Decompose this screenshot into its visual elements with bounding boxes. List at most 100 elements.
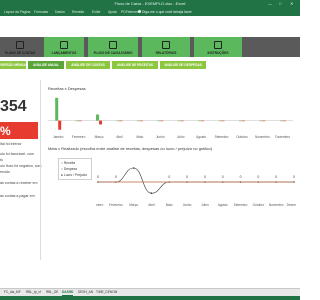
report-icon xyxy=(162,41,170,49)
bar xyxy=(238,120,242,122)
nav-plano-de-contas[interactable]: PLANO DE CONTAS xyxy=(0,37,40,57)
x-tick-label: Outubro xyxy=(253,203,265,207)
ribbon-tabs: Layout da Página Fórmulas Dados Revisão … xyxy=(0,8,300,16)
bar xyxy=(160,120,164,122)
bar xyxy=(96,114,100,121)
x-tick-label: Dezembro xyxy=(287,203,296,207)
option-despesa[interactable]: ○ Despesa xyxy=(61,167,77,171)
close-icon[interactable]: ✕ xyxy=(290,1,293,6)
subtab-analise-contas[interactable]: ANÁLISE DE CONTAS xyxy=(66,61,110,69)
x-tick-label: Junho xyxy=(183,203,192,207)
bar xyxy=(279,120,283,122)
bar xyxy=(259,120,263,122)
x-tick-label: Março xyxy=(95,135,104,139)
bar-chart: Janeiro Fevereiro Março Abril Maio Junho Julho… xyxy=(48,97,293,139)
document-icon xyxy=(60,41,68,49)
bar xyxy=(180,120,184,122)
x-tick-label: Junho xyxy=(156,135,165,139)
chart-options: ○ Receita ○ Despesa ● Lucro / Prejuízo xyxy=(58,158,92,180)
x-tick-label: Janeiro xyxy=(53,135,64,139)
nav-label: INSTRUÇÕES xyxy=(207,51,229,55)
bar xyxy=(262,120,266,122)
nav-relatorios[interactable]: RELATÓRIOS xyxy=(142,37,190,57)
option-label: Receita xyxy=(63,161,76,165)
tab-data[interactable]: Dados xyxy=(55,10,65,14)
bar xyxy=(198,120,202,122)
x-tick-label: Novembro xyxy=(269,203,284,207)
bar xyxy=(99,120,103,125)
x-tick-label: Outubro xyxy=(236,135,248,139)
tell-me-label: Diga-me o que você deseja fazer xyxy=(142,9,192,14)
series-line xyxy=(97,167,294,194)
dashboard-navbar: PLANO DE CONTAS LANÇAMENTOS FLUXO DE CAI… xyxy=(0,37,300,57)
subtab-versao-mensal[interactable]: VERSÃO MENSAL xyxy=(0,61,28,69)
status-bar xyxy=(0,296,300,300)
tab-page-layout[interactable]: Layout da Página xyxy=(4,10,30,14)
x-tick-label: Julho xyxy=(177,135,185,139)
option-lucro-prejuizo[interactable]: ● Lucro / Prejuízo xyxy=(61,173,87,177)
data-label: 0 xyxy=(97,175,99,179)
tab-help[interactable]: Ajuda xyxy=(108,10,117,14)
tab-formulas[interactable]: Fórmulas xyxy=(34,10,48,14)
x-tick-label: Agosto xyxy=(218,203,228,207)
tab-review[interactable]: Revisão xyxy=(72,10,84,14)
data-label: 0 xyxy=(275,175,277,179)
nav-label: PLANO DE CONTAS xyxy=(4,51,36,55)
x-tick-label: Dezembro xyxy=(275,135,290,139)
line-chart: 0 0 0 0 0 0 0 0 0 0 Janeiro Fevereiro Março Abril Maio… xyxy=(96,167,296,207)
summary-text-line: Ital foi inferior xyxy=(0,142,22,146)
data-label: 0 xyxy=(257,175,259,179)
tab-view[interactable]: Exibir xyxy=(92,10,100,14)
calendar-icon xyxy=(109,41,117,49)
subtab-analise-despesas[interactable]: ANÁLISE DE DESPESAS xyxy=(160,61,206,69)
x-tick-label: Julho xyxy=(201,203,209,207)
bar xyxy=(177,120,181,122)
data-label: 0 xyxy=(222,175,224,179)
data-label: 0 xyxy=(240,175,242,179)
bar xyxy=(221,120,225,122)
data-label: 0 xyxy=(186,175,188,179)
x-tick-label: Janeiro xyxy=(96,203,103,207)
bar xyxy=(119,120,123,122)
x-tick-label: Abril xyxy=(148,203,155,207)
summary-panel: 354 % Ital foi inferior ulo foi favoráve… xyxy=(0,80,42,260)
percentage-label: % xyxy=(0,124,11,138)
subtab-analise-anual[interactable]: ANÁLISE ANUAL xyxy=(28,61,64,69)
title-bar: Fluxo de Caixa - EXEMPLO.xlsx - Excel — … xyxy=(0,0,300,8)
nav-label: LANÇAMENTOS xyxy=(51,51,77,55)
nav-lancamentos[interactable]: LANÇAMENTOS xyxy=(44,37,84,57)
nav-label: RELATÓRIOS xyxy=(155,51,177,55)
x-tick-label: Maio xyxy=(136,135,143,139)
x-tick-label: Fevereiro xyxy=(72,135,86,139)
data-point xyxy=(132,167,135,169)
x-tick-label: Novembro xyxy=(255,135,270,139)
bar xyxy=(201,120,205,122)
sheet-tabs: FC_dia_MF RBL_tp_cf RBL_DE DASHD DESH_AN… xyxy=(0,288,300,296)
summary-text-line: ulo fluxo foi negativo, com xyxy=(0,164,42,168)
percentage-indicator: % xyxy=(0,122,38,139)
option-label: Despesa xyxy=(63,167,77,171)
x-tick-label: Maio xyxy=(166,203,173,207)
analysis-subtabs: VERSÃO MENSAL ANÁLISE ANUAL ANÁLISE DE C… xyxy=(0,60,300,70)
summary-text-line: to xyxy=(0,158,3,162)
maximize-icon[interactable]: □ xyxy=(279,1,281,6)
bar xyxy=(55,97,59,121)
line-chart-title: Meta x Realizado (escolha entre análise … xyxy=(48,146,213,151)
bar xyxy=(75,120,79,122)
bar xyxy=(282,120,286,122)
option-receita[interactable]: ○ Receita xyxy=(61,161,75,165)
data-label: 0 xyxy=(168,175,170,179)
tell-me-search[interactable]: Diga-me o que você deseja fazer xyxy=(138,10,192,14)
nav-instrucoes[interactable]: INSTRUÇÕES xyxy=(194,37,242,57)
bar xyxy=(157,120,161,122)
panel-divider xyxy=(40,80,41,260)
x-tick-label: Agosto xyxy=(196,135,206,139)
bar xyxy=(139,120,143,122)
data-point xyxy=(150,192,153,194)
list-icon xyxy=(16,41,24,49)
nav-fluxo-de-caixa[interactable]: FLUXO DE CAIXA DIÁRIO xyxy=(88,37,138,57)
subtab-analise-receitas[interactable]: ANÁLISE DE RECEITAS xyxy=(112,61,158,69)
lightbulb-icon xyxy=(138,9,141,13)
nav-label: FLUXO DE CAIXA DIÁRIO xyxy=(93,51,133,55)
minimize-icon[interactable]: — xyxy=(268,1,272,6)
